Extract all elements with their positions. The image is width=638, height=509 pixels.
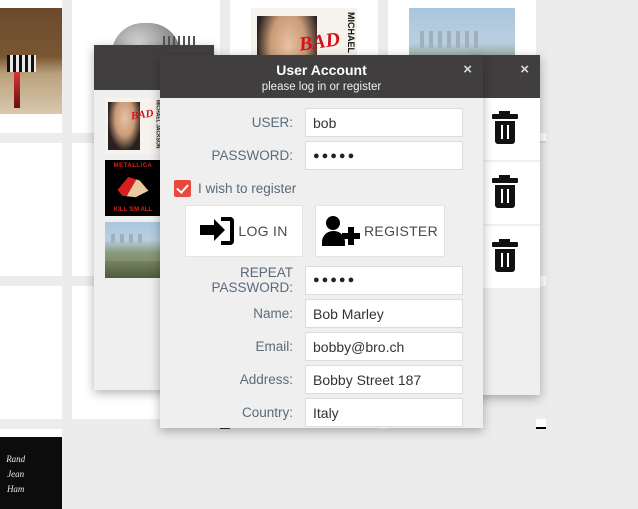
grid-gap [546, 143, 638, 276]
user-account-form: USER: bob PASSWORD: ●●●●● I wish to regi… [160, 98, 483, 427]
album-tile[interactable] [0, 0, 62, 133]
log-in-button[interactable]: LOG IN [185, 205, 303, 257]
grid-gap [62, 276, 72, 286]
user-input[interactable]: bob [305, 108, 463, 137]
thumbnail-art-band: METALLICA [113, 163, 153, 170]
trash-icon[interactable] [492, 175, 518, 208]
dialog-header: User Account please log in or register × [160, 55, 483, 98]
album-art-text: Rand Jean Ham [6, 453, 26, 495]
album-thumbnail-metallica[interactable]: METALLICA KILL 'EM ALL [105, 160, 161, 216]
thumbnail-art-text: BAD [129, 107, 154, 123]
grid-gap [0, 276, 62, 286]
user-label: USER: [251, 115, 293, 130]
grid-gap [62, 133, 72, 143]
register-button-label: REGISTER [364, 223, 438, 239]
password-input[interactable]: ●●●●● [305, 141, 463, 170]
album-art-text: BAD [297, 28, 342, 57]
album-thumbnail-mj-bad[interactable]: BAD MICHAEL JACKSON [105, 98, 161, 154]
form-row-country: Country: Italy [160, 398, 483, 427]
add-user-icon [322, 216, 361, 246]
name-input[interactable]: Bob Marley [305, 299, 463, 328]
album-cover-randb: Rand Jean Ham [0, 437, 62, 509]
thumbnail-art-title: KILL 'EM ALL [113, 207, 153, 214]
grid-gap [62, 419, 72, 429]
form-row-email: Email: bobby@bro.ch [160, 332, 483, 361]
email-input[interactable]: bobby@bro.ch [305, 332, 463, 361]
trash-icon[interactable] [492, 111, 518, 144]
form-row-name: Name: Bob Marley [160, 299, 483, 328]
login-arrow-icon [200, 217, 235, 245]
name-label: Name: [253, 306, 293, 321]
album-tile[interactable]: COLDPLAY · PARACHUTES [536, 419, 546, 429]
repeat-password-label: REPEAT PASSWORD: [211, 265, 293, 295]
register-checkbox[interactable] [174, 180, 191, 197]
user-account-dialog[interactable]: User Account please log in or register ×… [160, 55, 483, 428]
grid-gap [546, 0, 638, 133]
album-thumbnail-city[interactable] [105, 222, 161, 278]
close-icon[interactable]: × [463, 62, 472, 77]
trash-icon[interactable] [492, 239, 518, 272]
log-in-button-label: LOG IN [238, 223, 288, 239]
dialog-subtitle: please log in or register [261, 81, 382, 93]
register-checkbox-label: I wish to register [198, 181, 297, 196]
country-input[interactable]: Italy [305, 398, 463, 427]
address-input[interactable]: Bobby Street 187 [305, 365, 463, 394]
grid-gap [546, 419, 638, 429]
album-tile[interactable] [0, 286, 62, 419]
grid-gap [62, 0, 72, 133]
password-label: PASSWORD: [211, 148, 293, 163]
dialog-title: User Account [276, 62, 367, 78]
album-tile[interactable] [0, 143, 62, 276]
album-tile[interactable]: Rand Jean Ham [0, 429, 62, 509]
register-checkbox-row[interactable]: I wish to register [160, 174, 483, 205]
grid-gap [62, 143, 72, 276]
grid-gap [546, 286, 638, 419]
email-label: Email: [255, 339, 293, 354]
repeat-password-input[interactable]: ●●●●● [305, 265, 463, 295]
close-icon[interactable]: × [520, 62, 529, 77]
app-root: BAD MICHAEL JACKSON K 2P [0, 0, 638, 509]
grid-gap [546, 276, 638, 286]
form-row-user: USER: bob [160, 108, 483, 137]
grid-gap [0, 133, 62, 143]
album-cover-guitar-room [0, 8, 62, 114]
form-row-password: PASSWORD: ●●●●● [160, 141, 483, 170]
form-row-repeat-password: REPEAT PASSWORD: ●●●●● [160, 265, 483, 295]
grid-gap [0, 419, 62, 429]
country-label: Country: [241, 405, 293, 420]
auth-button-row: LOG IN REGISTER [160, 205, 483, 265]
grid-gap [62, 286, 72, 419]
form-row-address: Address: Bobby Street 187 [160, 365, 483, 394]
album-cover-coldplay: COLDPLAY · PARACHUTES [536, 427, 546, 429]
grid-gap [546, 133, 638, 143]
register-button[interactable]: REGISTER [315, 205, 445, 257]
address-label: Address: [239, 372, 293, 387]
